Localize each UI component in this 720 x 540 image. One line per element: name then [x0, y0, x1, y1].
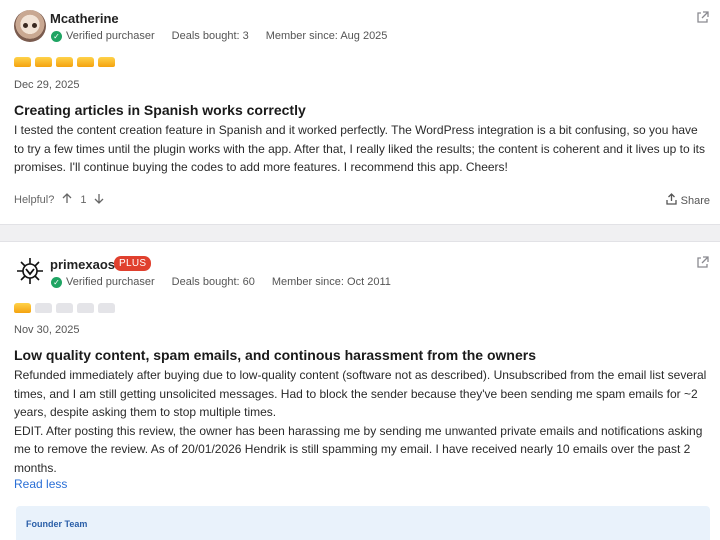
- review-card: Mcatherine ✓ Verified purchaser Deals bo…: [0, 0, 720, 224]
- share-label: Share: [680, 194, 710, 207]
- deals-bought: Deals bought: 3: [171, 30, 249, 42]
- avatar[interactable]: [14, 255, 46, 287]
- review-body-paragraph: Refunded immediately after buying due to…: [14, 368, 707, 419]
- share-icon: [665, 193, 677, 208]
- member-since: Member since: Aug 2025: [265, 30, 388, 42]
- avatar[interactable]: [14, 10, 46, 42]
- review-title: Low quality content, spam emails, and co…: [14, 347, 536, 363]
- review-date: Nov 30, 2025: [14, 324, 80, 336]
- founder-reply: Founder Team: [16, 506, 710, 540]
- helpful-count: 1: [80, 194, 87, 206]
- helpful-controls: Helpful? 1: [14, 193, 104, 207]
- review-card: primexaos PLUS ✓ Verified purchaser Deal…: [0, 242, 720, 540]
- review-title: Creating articles in Spanish works corre…: [14, 102, 306, 118]
- review-body: Refunded immediately after buying due to…: [14, 366, 710, 477]
- review-divider: [0, 224, 720, 242]
- star-icon: [56, 57, 73, 67]
- star-icon: [56, 303, 73, 313]
- star-icon: [14, 303, 31, 313]
- member-since: Member since: Oct 2011: [271, 276, 391, 288]
- thumbs-up-arrow-icon[interactable]: [62, 193, 72, 207]
- read-less-link[interactable]: Read less: [14, 477, 67, 491]
- review-body-edit: EDIT. After posting this review, the own…: [14, 423, 703, 475]
- star-icon: [77, 57, 94, 67]
- reviewer-meta: ✓ Verified purchaser Deals bought: 3 Mem…: [51, 30, 387, 42]
- review-body: I tested the content creation feature in…: [14, 123, 706, 174]
- plus-badge: PLUS: [114, 256, 152, 271]
- verified-check-icon: ✓: [51, 30, 62, 42]
- thumbs-down-arrow-icon[interactable]: [94, 193, 104, 207]
- helpful-label: Helpful?: [14, 194, 55, 206]
- star-icon: [98, 57, 115, 67]
- reviewer-meta: ✓ Verified purchaser Deals bought: 60 Me…: [51, 276, 391, 288]
- founder-team-label: Founder Team: [26, 519, 88, 529]
- share-button[interactable]: Share: [665, 193, 710, 208]
- star-rating: [14, 57, 115, 67]
- verified-check-icon: ✓: [51, 276, 62, 288]
- star-icon: [77, 303, 94, 313]
- verified-label: Verified purchaser: [66, 276, 155, 288]
- star-icon: [14, 57, 31, 67]
- reviewer-name[interactable]: Mcatherine: [50, 11, 119, 26]
- star-icon: [35, 57, 52, 67]
- star-icon: [35, 303, 52, 313]
- deals-bought: Deals bought: 60: [171, 276, 255, 288]
- star-rating: [14, 303, 115, 313]
- external-link-icon[interactable]: [696, 11, 710, 25]
- external-link-icon[interactable]: [696, 256, 710, 270]
- star-icon: [98, 303, 115, 313]
- review-date: Dec 29, 2025: [14, 79, 80, 91]
- reviewer-name[interactable]: primexaos: [50, 257, 115, 272]
- verified-label: Verified purchaser: [66, 30, 155, 42]
